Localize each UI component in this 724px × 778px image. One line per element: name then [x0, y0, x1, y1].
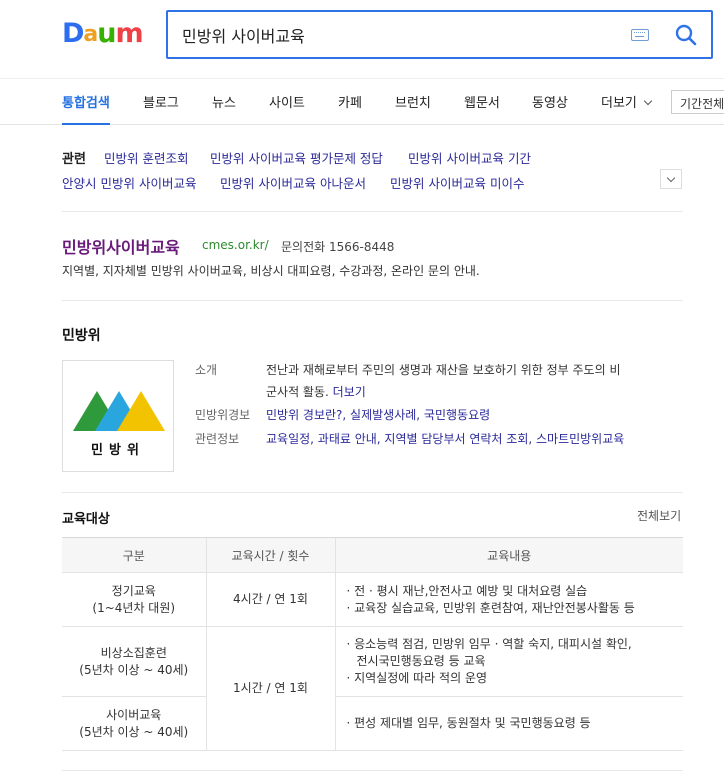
info-intro-line2: 군사적 활동. 더보기: [266, 383, 366, 400]
site-phone: 문의전화 1566-8448: [281, 240, 395, 254]
content-item: · 전 · 평시 재난,안전사고 예방 및 대처요령 실습: [346, 583, 588, 598]
header: Daum: [0, 0, 724, 78]
content-item: · 지역실정에 따라 적의 운영: [346, 671, 488, 685]
tab-cafe[interactable]: 카페: [338, 92, 362, 111]
table-row: 비상소집훈련 (5년차 이상 ~ 40세) 1시간 / 연 1회 · 응소능력 …: [62, 626, 683, 751]
tab-site[interactable]: 사이트: [269, 92, 305, 111]
search-tabs: 통합검색 블로그 뉴스 사이트 카페 브런치 웹문서 동영상 더보기 기간전체: [0, 78, 724, 125]
related-info-links[interactable]: 교육일정, 과태료 안내, 지역별 담당부서 연락처 조회, 스마트민방위교육: [266, 430, 624, 447]
info-intro-line1: 전난과 재해로부터 주민의 생명과 재산을 보호하기 위한 정부 주도의 비: [266, 363, 621, 377]
content-item: · 응소능력 점검, 민방위 임무 · 역할 숙지, 대피시설 확인,: [346, 637, 632, 651]
table-cell-type: 사이버교육 (5년차 이상 ~ 40세): [62, 696, 206, 751]
type-target: (1~4년차 대원): [92, 600, 176, 615]
civil-defense-logo[interactable]: 민방위: [62, 360, 174, 472]
entity-title: 민방위: [62, 328, 101, 344]
related-searches: 관련 민방위 훈련조회 민방위 사이버교육 평가문제 정답 민방위 사이버교육 …: [62, 146, 683, 212]
type-target: (5년차 이상 ~ 40세): [79, 662, 189, 677]
tab-all[interactable]: 통합검색: [62, 92, 110, 111]
intro-more-link[interactable]: 더보기: [333, 385, 366, 399]
table-header-row: 구분 교육시간 / 횟수 교육내용: [62, 537, 683, 573]
related-title: 관련: [62, 152, 86, 167]
tab-news[interactable]: 뉴스: [212, 92, 236, 111]
related-expand-button[interactable]: [660, 169, 682, 189]
type-name: 정기교육: [111, 583, 156, 598]
daum-logo[interactable]: Daum: [62, 19, 148, 49]
alert-links[interactable]: 민방위 경보란?, 실제발생사례, 국민행동요령: [266, 406, 490, 423]
period-filter[interactable]: 기간전체: [671, 90, 724, 114]
site-url[interactable]: cmes.or.kr/: [202, 238, 269, 252]
tab-web-docs[interactable]: 웹문서: [464, 92, 500, 111]
chevron-down-icon: [643, 96, 653, 106]
logo-text: 민방위: [91, 443, 145, 458]
info-label-alert: 민방위경보: [195, 408, 251, 422]
table-cell-content: · 전 · 평시 재난,안전사고 예방 및 대처요령 실습 · 교육장 실습교육…: [334, 572, 683, 627]
info-intro-text: 군사적 활동.: [266, 385, 329, 399]
search-input[interactable]: [182, 23, 602, 47]
table-cell-time: 4시간 / 연 1회: [205, 572, 335, 627]
chevron-down-icon: [666, 173, 676, 183]
content-item: · 교육장 실습교육, 민방위 훈련참여, 재난안전봉사활동 등: [346, 600, 635, 615]
table-cell-type: 비상소집훈련 (5년차 이상 ~ 40세): [62, 626, 206, 697]
table-header: 구분: [62, 537, 206, 573]
related-link[interactable]: 민방위 사이버교육 미이수: [390, 173, 524, 192]
table-row: 사이버교육 (5년차 이상 ~ 40세) · 편성 제대별 임무, 동원절차 및…: [62, 696, 683, 751]
related-link[interactable]: 민방위 훈련조회: [104, 148, 188, 167]
education-more-link[interactable]: 전체보기: [637, 507, 681, 524]
keyboard-icon[interactable]: [631, 29, 649, 41]
info-label-intro: 소개: [195, 363, 218, 377]
site-result: 민방위사이버교육 cmes.or.kr/ 문의전화 1566-8448 지역별,…: [62, 212, 683, 301]
education-table: 구분 교육시간 / 횟수 교육내용 정기교육 (1~4년차 대원) 4시간 / …: [62, 537, 683, 751]
site-title-link[interactable]: 민방위사이버교육: [62, 234, 180, 258]
civil-defense-logo-icon: [73, 391, 165, 431]
related-link[interactable]: 민방위 사이버교육 아나운서: [220, 173, 366, 192]
section-divider: [62, 770, 683, 771]
tab-video[interactable]: 동영상: [532, 92, 568, 111]
info-label-related: 관련정보: [195, 432, 240, 446]
active-tab-underline: [62, 123, 110, 125]
tab-brunch[interactable]: 브런치: [395, 92, 431, 111]
education-title: 교육대상: [62, 512, 110, 527]
table-cell-type: 정기교육 (1~4년차 대원): [62, 572, 206, 627]
related-link[interactable]: 안양시 민방위 사이버교육: [62, 173, 196, 192]
table-cell-content: · 편성 제대별 임무, 동원절차 및 국민행동요령 등: [334, 696, 683, 751]
type-target: (5년차 이상 ~ 40세): [79, 724, 189, 739]
search-box: [166, 10, 713, 59]
table-header: 교육시간 / 횟수: [205, 537, 335, 573]
tab-more[interactable]: 더보기: [601, 92, 653, 111]
type-name: 사이버교육: [106, 707, 162, 722]
tab-blog[interactable]: 블로그: [143, 92, 179, 111]
tab-more-label: 더보기: [601, 96, 637, 111]
table-header: 교육내용: [334, 537, 683, 573]
type-name: 비상소집훈련: [100, 645, 167, 660]
table-cell-content: · 응소능력 점검, 민방위 임무 · 역할 숙지, 대피시설 확인, 전시국민…: [334, 626, 683, 697]
content-item: 전시국민행동요령 등 교육: [356, 654, 486, 668]
site-description: 지역별, 지자체별 민방위 사이버교육, 비상시 대피요령, 수강과정, 온라인…: [62, 264, 480, 278]
table-row: 정기교육 (1~4년차 대원) 4시간 / 연 1회 · 전 · 평시 재난,안…: [62, 572, 683, 627]
related-link[interactable]: 민방위 사이버교육 기간: [408, 148, 531, 167]
table-cell-time: 1시간 / 연 1회: [205, 626, 335, 751]
content-item: · 편성 제대별 임무, 동원절차 및 국민행동요령 등: [346, 716, 591, 730]
section-divider: [62, 492, 683, 493]
search-icon[interactable]: [673, 22, 699, 48]
related-link[interactable]: 민방위 사이버교육 평가문제 정답: [210, 148, 383, 167]
